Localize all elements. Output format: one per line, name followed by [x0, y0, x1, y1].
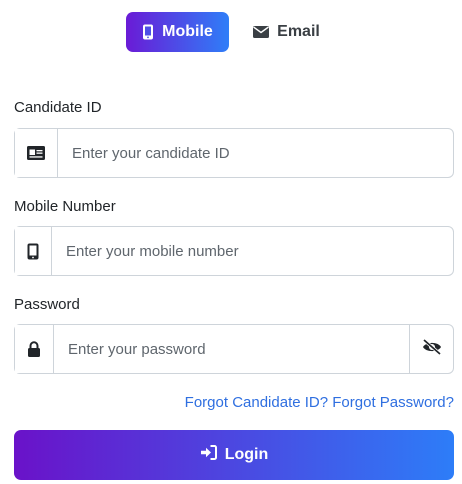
tab-email-label: Email: [277, 23, 320, 40]
password-input[interactable]: [54, 325, 409, 373]
tab-email[interactable]: Email: [237, 12, 336, 52]
lock-icon: [15, 325, 54, 373]
eye-slash-icon: [422, 338, 442, 360]
mobile-number-label: Mobile Number: [14, 198, 116, 215]
mobile-phone-icon: [15, 227, 52, 275]
sign-in-icon: [200, 445, 217, 465]
candidate-id-label: Candidate ID: [14, 99, 102, 116]
forgot-links: Forgot Candidate ID? Forgot Password?: [185, 394, 454, 411]
mobile-number-group: [14, 226, 454, 276]
mobile-phone-icon: [142, 24, 154, 40]
password-label: Password: [14, 296, 80, 313]
forgot-candidate-id-link[interactable]: Forgot Candidate ID?: [185, 394, 328, 411]
toggle-password-visibility[interactable]: [409, 325, 453, 373]
forgot-password-link[interactable]: Forgot Password?: [332, 394, 454, 411]
mobile-number-input[interactable]: [52, 227, 453, 275]
login-method-tabs: Mobile Email: [0, 12, 462, 52]
candidate-id-input[interactable]: [58, 129, 453, 177]
login-button-label: Login: [224, 446, 269, 463]
login-button[interactable]: Login: [14, 430, 454, 480]
candidate-id-group: [14, 128, 454, 178]
tab-mobile[interactable]: Mobile: [126, 12, 230, 52]
envelope-icon: [253, 26, 270, 38]
tab-mobile-label: Mobile: [162, 23, 213, 40]
password-group: [14, 324, 454, 374]
id-card-icon: [15, 129, 58, 177]
